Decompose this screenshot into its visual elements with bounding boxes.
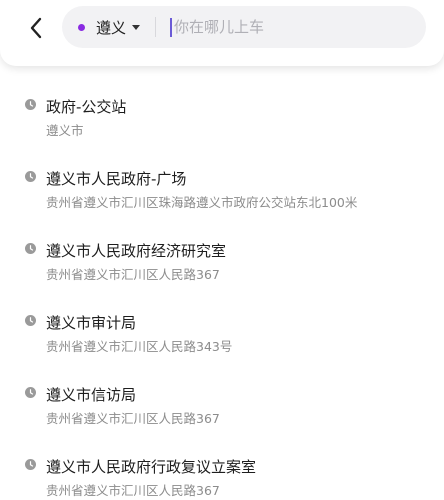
back-button[interactable] (20, 12, 52, 44)
list-item[interactable]: 遵义市审计局 贵州省遵义市汇川区人民路343号 (0, 282, 444, 354)
location-dot-icon (78, 23, 85, 31)
text-cursor (170, 18, 172, 37)
result-address: 贵州省遵义市汇川区人民路343号 (46, 339, 233, 354)
caret-down-icon (132, 24, 141, 30)
page: 遵义 政府-公交站 遵义市 遵义市人民政府-广场 贵州省遵义市汇川区珠海路遵义市… (0, 0, 444, 500)
search-divider (155, 17, 156, 37)
clock-icon (25, 99, 36, 110)
clock-icon (25, 171, 36, 182)
search-header: 遵义 (0, 0, 444, 66)
result-address: 贵州省遵义市汇川区人民路367 (46, 267, 220, 282)
list-item[interactable]: 遵义市信访局 贵州省遵义市汇川区人民路367 (0, 354, 444, 426)
list-item[interactable]: 政府-公交站 遵义市 (0, 66, 444, 138)
result-address: 贵州省遵义市汇川区人民路367 (46, 483, 220, 498)
clock-icon (25, 459, 36, 470)
city-selector[interactable]: 遵义 (78, 6, 141, 48)
result-address: 贵州省遵义市汇川区珠海路遵义市政府公交站东北100米 (46, 195, 358, 210)
result-list: 政府-公交站 遵义市 遵义市人民政府-广场 贵州省遵义市汇川区珠海路遵义市政府公… (0, 66, 444, 498)
result-title: 遵义市人民政府行政复议立案室 (46, 458, 257, 476)
result-address: 贵州省遵义市汇川区人民路367 (46, 411, 220, 426)
clock-icon (25, 243, 36, 254)
clock-icon (25, 387, 36, 398)
city-name: 遵义 (96, 18, 127, 37)
result-title: 遵义市人民政府经济研究室 (46, 242, 227, 260)
list-item[interactable]: 遵义市人民政府经济研究室 贵州省遵义市汇川区人民路367 (0, 210, 444, 282)
result-title: 政府-公交站 (46, 98, 127, 116)
list-item[interactable]: 遵义市人民政府-广场 贵州省遵义市汇川区珠海路遵义市政府公交站东北100米 (0, 138, 444, 210)
result-title: 遵义市审计局 (46, 314, 137, 332)
result-address: 遵义市 (46, 123, 84, 138)
result-title: 遵义市人民政府-广场 (46, 170, 187, 188)
back-arrow-icon (30, 17, 42, 39)
clock-icon (25, 315, 36, 326)
search-box: 遵义 (62, 6, 426, 48)
result-title: 遵义市信访局 (46, 386, 137, 404)
pickup-search-input[interactable] (170, 6, 414, 48)
list-item[interactable]: 遵义市人民政府行政复议立案室 贵州省遵义市汇川区人民路367 (0, 426, 444, 498)
